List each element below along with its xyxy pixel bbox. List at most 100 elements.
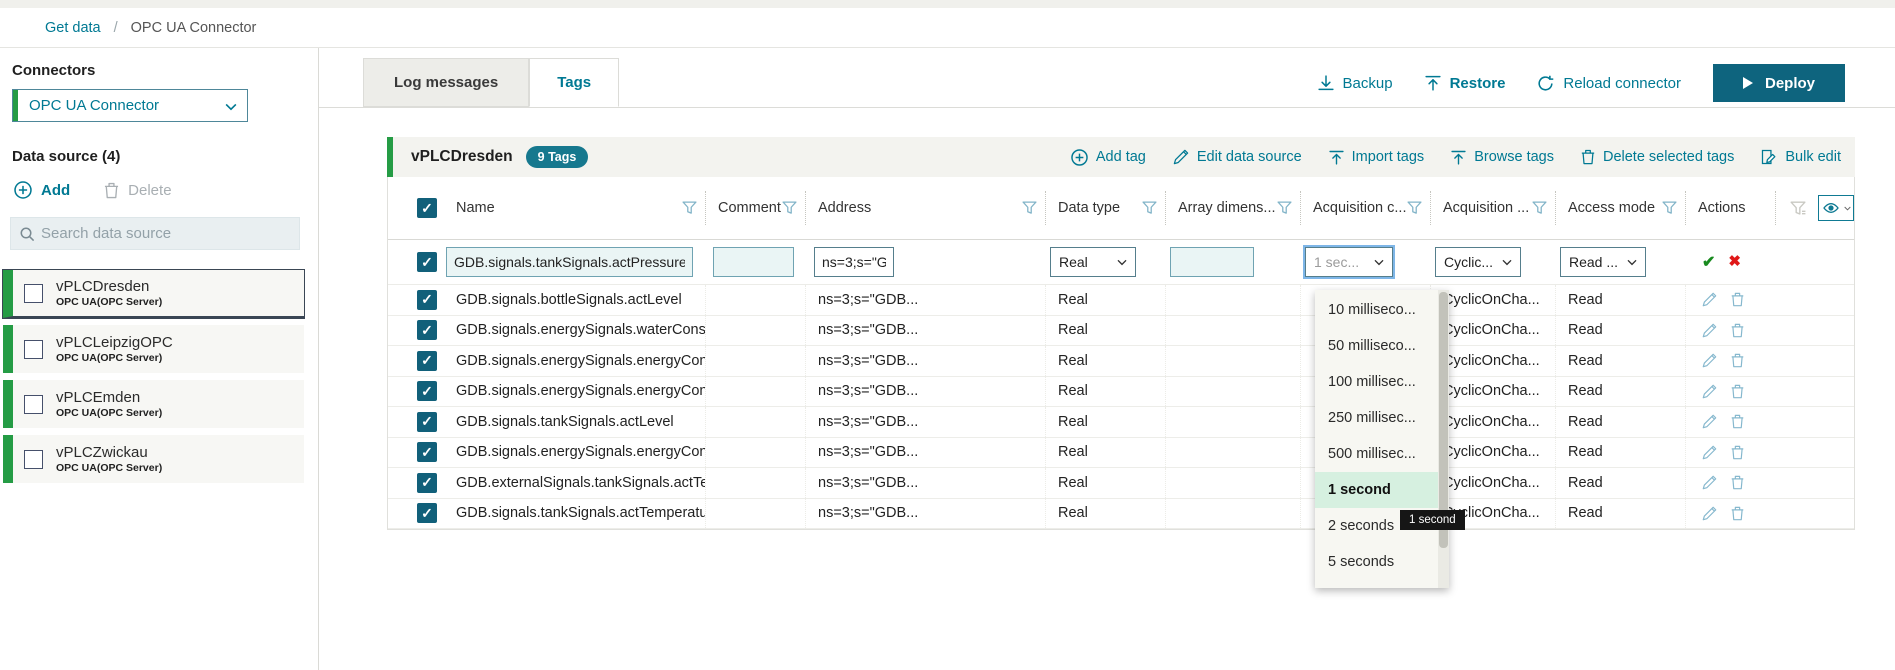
reload-connector-button[interactable]: Reload connector [1537,75,1681,92]
dropdown-scrollbar[interactable] [1438,290,1449,588]
add-data-source-button[interactable]: Add [14,181,70,199]
column-header-address[interactable]: Address [806,191,1046,225]
dropdown-option[interactable]: 50 milliseco... [1315,328,1438,364]
confirm-edit-icon[interactable]: ✔ [1702,252,1715,272]
tags-toolbar: Add tag Edit data source Import tags Bro… [1071,149,1841,166]
column-header-access-mode[interactable]: Access mode [1556,191,1686,225]
delete-selected-tags-button[interactable]: Delete selected tags [1581,149,1734,165]
delete-tag-icon[interactable] [1731,414,1744,429]
edit-name-input[interactable] [446,247,693,277]
edit-tag-icon[interactable] [1702,475,1717,490]
tab-tags[interactable]: Tags [529,58,619,107]
row-checkbox[interactable] [417,412,437,432]
filter-funnel-icon[interactable] [1277,201,1292,215]
delete-tag-icon[interactable] [1731,506,1744,521]
breadcrumb-get-data-link[interactable]: Get data [45,20,101,36]
edit-data-type-select[interactable]: Real [1050,247,1136,277]
cell-actions [1686,353,1776,368]
data-source-item-vplcdresden[interactable]: vPLCDresden OPC UA(OPC Server) [3,270,304,318]
data-source-item-vplcleipzigopc[interactable]: vPLCLeipzigOPC OPC UA(OPC Server) [3,325,304,373]
connectors-label: Connectors [12,62,318,79]
data-source-checkbox[interactable] [24,284,43,303]
edit-address-input[interactable] [814,247,894,277]
row-checkbox[interactable] [417,290,437,310]
edit-access-mode-select[interactable]: Read ... [1560,247,1646,277]
cell-comment [706,346,806,376]
edit-tag-icon[interactable] [1702,506,1717,521]
row-checkbox[interactable] [417,442,437,462]
column-visibility-button[interactable] [1818,195,1854,221]
cell-array-dimension [1166,346,1301,376]
dropdown-option[interactable]: 250 millisec... [1315,400,1438,436]
edit-acquisition-cycle-select[interactable]: 1 sec... [1305,247,1393,277]
clear-filter-icon[interactable] [1790,201,1806,216]
row-checkbox[interactable] [417,473,437,493]
row-checkbox[interactable] [417,320,437,340]
import-tags-button[interactable]: Import tags [1329,149,1425,165]
data-source-item-vplcemden[interactable]: vPLCEmden OPC UA(OPC Server) [3,380,304,428]
breadcrumb: Get data / OPC UA Connector [0,8,1895,48]
cell-actions [1686,414,1776,429]
data-source-checkbox[interactable] [24,340,43,359]
row-checkbox[interactable] [417,252,437,272]
edit-array-dimension-input[interactable] [1170,247,1254,277]
column-header-acquisition-mode[interactable]: Acquisition ... [1431,191,1556,225]
delete-tag-icon[interactable] [1731,384,1744,399]
edit-comment-input[interactable] [713,247,794,277]
connector-select[interactable]: OPC UA Connector [12,89,248,122]
delete-tag-icon[interactable] [1731,353,1744,368]
data-source-item-vplczwickau[interactable]: vPLCZwickau OPC UA(OPC Server) [3,435,304,483]
data-source-checkbox[interactable] [24,395,43,414]
filter-funnel-icon[interactable] [682,201,697,215]
backup-button[interactable]: Backup [1318,75,1393,92]
browse-tags-button[interactable]: Browse tags [1451,149,1554,165]
deploy-button[interactable]: Deploy [1713,64,1845,102]
filter-funnel-icon[interactable] [1407,201,1422,215]
cell-address: ns=3;s="GDB... [806,346,1046,376]
column-header-name[interactable]: Name [444,191,706,225]
add-tag-button[interactable]: Add tag [1071,149,1146,166]
delete-tag-icon[interactable] [1731,445,1744,460]
tags-panel: vPLCDresden 9 Tags Add tag Edit data sou… [387,137,1855,530]
filter-funnel-icon[interactable] [1532,201,1547,215]
edit-tag-icon[interactable] [1702,292,1717,307]
edit-tag-icon[interactable] [1702,445,1717,460]
cancel-edit-icon[interactable]: ✖ [1728,252,1741,272]
dropdown-option-selected[interactable]: 1 second [1315,472,1438,508]
filter-funnel-icon[interactable] [1142,201,1157,215]
delete-tag-icon[interactable] [1731,292,1744,307]
cell-comment [706,407,806,437]
delete-tag-icon[interactable] [1731,475,1744,490]
cell-data-type: Real [1046,346,1166,376]
edit-acquisition-mode-select[interactable]: Cyclic... [1435,247,1521,277]
filter-funnel-icon[interactable] [782,201,797,215]
filter-funnel-icon[interactable] [1022,201,1037,215]
search-data-source-input[interactable] [41,225,281,242]
column-header-acquisition-cycle[interactable]: Acquisition c... [1301,191,1431,225]
select-all-checkbox[interactable] [417,198,437,218]
dropdown-option[interactable]: 5 seconds [1315,544,1438,580]
edit-tag-icon[interactable] [1702,384,1717,399]
filter-funnel-icon[interactable] [1662,201,1677,215]
edit-tag-icon[interactable] [1702,323,1717,338]
restore-button[interactable]: Restore [1425,75,1506,92]
data-source-checkbox[interactable] [24,450,43,469]
dropdown-option[interactable]: 100 millisec... [1315,364,1438,400]
dropdown-option[interactable]: 500 millisec... [1315,436,1438,472]
bulk-edit-button[interactable]: Bulk edit [1761,149,1841,165]
row-checkbox[interactable] [417,503,437,523]
dropdown-option[interactable]: 10 milliseco... [1315,292,1438,328]
column-header-comment[interactable]: Comment [706,191,806,225]
edit-tag-icon[interactable] [1702,353,1717,368]
table-row: GDB.signals.energySignals.waterConsumpt.… [388,316,1854,347]
column-header-array-dimension[interactable]: Array dimens... [1166,191,1301,225]
delete-tag-icon[interactable] [1731,323,1744,338]
tab-log-messages[interactable]: Log messages [363,58,529,107]
edit-tag-icon[interactable] [1702,414,1717,429]
column-header-data-type[interactable]: Data type [1046,191,1166,225]
row-checkbox[interactable] [417,381,437,401]
delete-data-source-button[interactable]: Delete [104,182,171,199]
chevron-down-icon [1844,206,1851,211]
row-checkbox[interactable] [417,351,437,371]
edit-data-source-button[interactable]: Edit data source [1173,149,1302,165]
